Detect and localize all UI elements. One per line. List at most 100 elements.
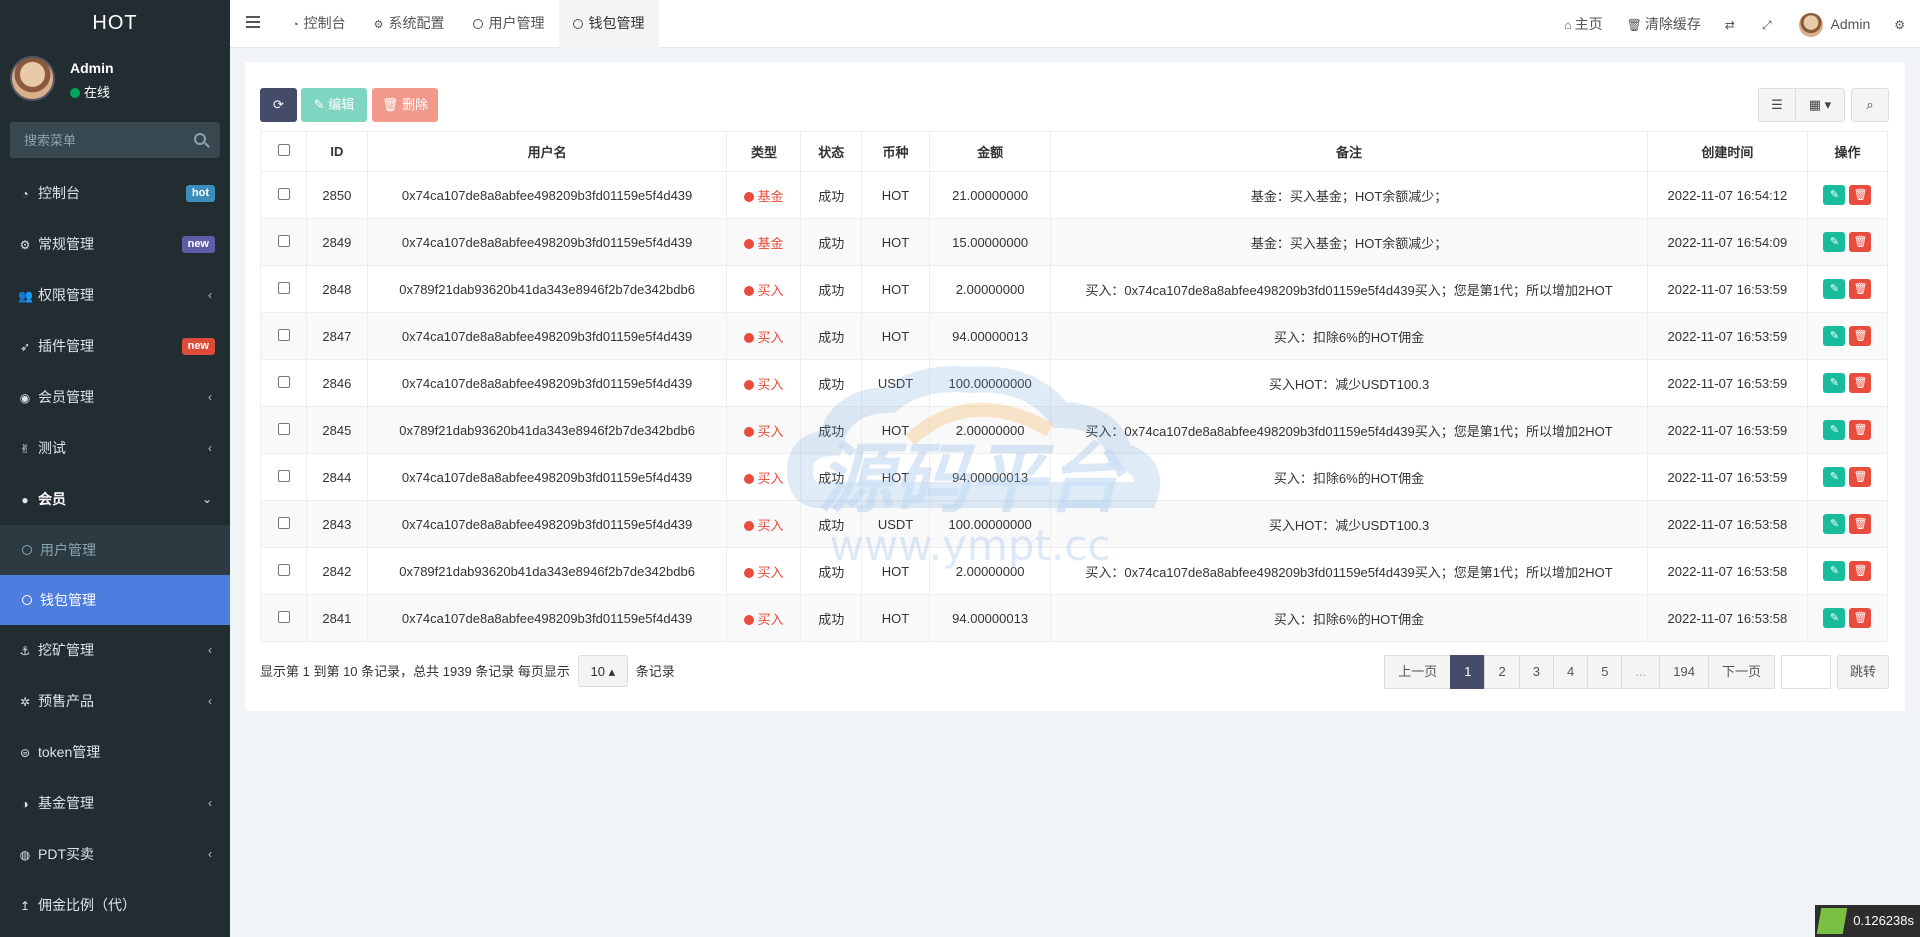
sidebar-item[interactable]: ✲ 预售产品 ‹ bbox=[0, 676, 230, 727]
row-checkbox[interactable] bbox=[277, 281, 290, 294]
nav-tab[interactable]: ⚙ 系统配置 bbox=[360, 0, 459, 48]
sidebar-item[interactable]: ⚙ 常规管理 new bbox=[0, 219, 230, 270]
row-checkbox[interactable] bbox=[277, 375, 290, 388]
row-edit-button[interactable]: ✎ bbox=[1823, 561, 1846, 581]
row-delete-button[interactable]: 🗑 bbox=[1849, 232, 1872, 252]
row-checkbox[interactable] bbox=[277, 516, 290, 529]
cell-type: 买入 bbox=[726, 594, 802, 642]
column-header[interactable]: 备注 bbox=[1050, 131, 1648, 172]
cell-amount: 100.00000000 bbox=[928, 500, 1052, 548]
next-page-button[interactable]: 下一页 bbox=[1707, 655, 1775, 689]
clear-cache-button[interactable]: 🗑 清除缓存 bbox=[1615, 0, 1713, 49]
sidebar-item[interactable]: ◉ 会员管理 ‹ bbox=[0, 372, 230, 423]
row-delete-button[interactable]: 🗑 bbox=[1849, 185, 1872, 205]
sidebar-item[interactable]: ✌ 测试 ‹ bbox=[0, 423, 230, 474]
cell-status: 成功 bbox=[800, 406, 863, 454]
admin-menu[interactable]: Admin bbox=[1787, 0, 1883, 48]
column-header[interactable]: 创建时间 bbox=[1646, 131, 1808, 172]
page-number[interactable]: 3 bbox=[1518, 655, 1554, 689]
sidebar-item[interactable]: ↥ 佣金比例（代） bbox=[0, 880, 230, 931]
menu-search-input[interactable] bbox=[10, 122, 220, 158]
row-delete-button[interactable]: 🗑 bbox=[1849, 467, 1872, 487]
prev-page-button[interactable]: 上一页 bbox=[1384, 655, 1452, 689]
row-edit-button[interactable]: ✎ bbox=[1823, 279, 1846, 299]
debug-logo-icon bbox=[1816, 908, 1848, 934]
column-header[interactable]: ID bbox=[306, 131, 368, 172]
row-checkbox[interactable] bbox=[277, 563, 290, 576]
settings-button[interactable]: ⚙ bbox=[1882, 0, 1920, 49]
cell-username: 0x74ca107de8a8abfee498209b3fd01159e5f4d4… bbox=[366, 594, 728, 642]
delete-button[interactable]: 🗑 删除 bbox=[372, 88, 438, 122]
sidebar-item[interactable]: ◍ PDT买卖 ‹ bbox=[0, 829, 230, 880]
sidebar-subitem[interactable]: 用户管理 bbox=[0, 525, 230, 575]
home-link[interactable]: ⌂ 主页 bbox=[1552, 0, 1614, 49]
page-size-select[interactable]: 10 ▴ bbox=[577, 655, 629, 687]
column-header[interactable]: 用户名 bbox=[366, 131, 728, 172]
menu-toggle-icon[interactable] bbox=[246, 16, 260, 28]
columns-button[interactable]: ▦ ▾ bbox=[1795, 88, 1845, 122]
column-header[interactable]: 类型 bbox=[726, 131, 802, 172]
app-logo[interactable]: HOT bbox=[0, 0, 230, 46]
user-panel: Admin 在线 bbox=[0, 46, 230, 112]
search-button[interactable]: ⌕ bbox=[1851, 88, 1889, 122]
row-edit-button[interactable]: ✎ bbox=[1823, 326, 1846, 346]
refresh-button[interactable]: ⟳ bbox=[260, 88, 297, 122]
sidebar-item[interactable]: ➶ 插件管理 new bbox=[0, 321, 230, 372]
sidebar-item[interactable]: ⊜ token管理 bbox=[0, 727, 230, 778]
pencil-icon: ✎ bbox=[1829, 330, 1840, 342]
jump-button[interactable]: 跳转 bbox=[1836, 655, 1889, 689]
row-checkbox[interactable] bbox=[277, 422, 290, 435]
fullscreen-button[interactable]: ⤢ bbox=[1750, 0, 1787, 49]
status-dot-icon bbox=[744, 238, 755, 249]
sidebar-subitem[interactable]: 钱包管理 bbox=[0, 575, 230, 625]
row-edit-button[interactable]: ✎ bbox=[1823, 373, 1846, 393]
jump-page-input[interactable] bbox=[1780, 655, 1831, 689]
page-number[interactable]: 194 bbox=[1659, 655, 1709, 689]
row-checkbox[interactable] bbox=[277, 234, 290, 247]
pencil-icon: ✎ bbox=[1829, 565, 1840, 577]
row-checkbox[interactable] bbox=[277, 187, 290, 200]
row-delete-button[interactable]: 🗑 bbox=[1849, 373, 1872, 393]
cell-type: 买入 bbox=[726, 453, 802, 501]
row-checkbox[interactable] bbox=[277, 610, 290, 623]
sidebar-item[interactable]: ⚓ 挖矿管理 ‹ bbox=[0, 625, 230, 676]
row-delete-button[interactable]: 🗑 bbox=[1849, 561, 1872, 581]
column-header[interactable]: 币种 bbox=[861, 131, 930, 172]
row-edit-button[interactable]: ✎ bbox=[1823, 608, 1846, 628]
row-checkbox[interactable] bbox=[277, 469, 290, 482]
cell-created-time: 2022-11-07 16:53:59 bbox=[1646, 453, 1808, 501]
row-delete-button[interactable]: 🗑 bbox=[1849, 420, 1872, 440]
edit-button[interactable]: ✎ 编辑 bbox=[301, 88, 367, 122]
page-number[interactable]: 4 bbox=[1552, 655, 1589, 689]
nav-tab[interactable]: 用户管理 bbox=[459, 0, 559, 48]
row-select-cell bbox=[259, 171, 308, 219]
select-all-checkbox[interactable] bbox=[277, 144, 290, 156]
row-delete-button[interactable]: 🗑 bbox=[1849, 608, 1872, 628]
sidebar-item[interactable]: ◑ 基金管理 ‹ bbox=[0, 778, 230, 829]
row-edit-button[interactable]: ✎ bbox=[1823, 467, 1846, 487]
sidebar-item[interactable]: 👥 权限管理 ‹ bbox=[0, 270, 230, 321]
row-delete-button[interactable]: 🗑 bbox=[1849, 514, 1872, 534]
row-delete-button[interactable]: 🗑 bbox=[1849, 326, 1872, 346]
row-delete-button[interactable]: 🗑 bbox=[1849, 279, 1872, 299]
row-edit-button[interactable]: ✎ bbox=[1823, 232, 1846, 252]
column-header[interactable]: 操作 bbox=[1806, 131, 1889, 172]
column-header[interactable]: 金额 bbox=[928, 131, 1052, 172]
page-number[interactable]: 1 bbox=[1450, 655, 1486, 689]
search-icon[interactable] bbox=[194, 133, 206, 145]
column-header[interactable]: 状态 bbox=[800, 131, 863, 172]
page-number[interactable]: 5 bbox=[1587, 655, 1623, 689]
toggle-view-button[interactable]: ☰ bbox=[1758, 88, 1796, 122]
row-checkbox[interactable] bbox=[277, 328, 290, 341]
nav-tab[interactable]: 钱包管理 bbox=[558, 0, 659, 48]
nav-tab[interactable]: ◔ 控制台 bbox=[278, 0, 360, 48]
row-edit-button[interactable]: ✎ bbox=[1823, 420, 1846, 440]
row-edit-button[interactable]: ✎ bbox=[1823, 185, 1846, 205]
sidebar-item[interactable]: ◔ 控制台 hot bbox=[0, 168, 230, 219]
rocket-icon: ➶ bbox=[19, 340, 31, 354]
page-number[interactable]: 2 bbox=[1484, 655, 1520, 689]
sidebar-item[interactable]: ● 会员 ⌄ bbox=[0, 474, 230, 525]
row-edit-button[interactable]: ✎ bbox=[1823, 514, 1846, 534]
language-button[interactable]: ⇄ bbox=[1713, 0, 1750, 49]
compass-icon: ◍ bbox=[19, 848, 31, 862]
